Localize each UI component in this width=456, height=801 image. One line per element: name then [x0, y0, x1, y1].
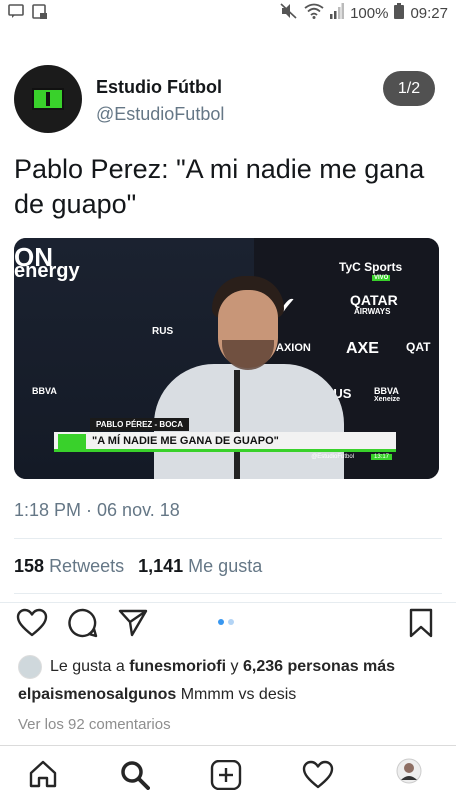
- ad-energy: energy: [14, 260, 80, 282]
- tweet-stats: 158 Retweets 1,141 Me gusta: [14, 556, 262, 577]
- tweet-handle: @EstudioFutbol: [96, 104, 225, 124]
- liker-avatar: [18, 655, 42, 679]
- add-post-icon[interactable]: [210, 759, 242, 795]
- activity-heart-icon[interactable]: [302, 760, 334, 795]
- bookmark-icon[interactable]: [408, 608, 434, 643]
- carousel-dots: [218, 619, 234, 625]
- home-icon[interactable]: [28, 760, 58, 793]
- mute-icon: [280, 3, 298, 23]
- divider: [14, 593, 442, 594]
- likes-prefix: Le gusta a: [50, 658, 125, 675]
- tweet-display-name: Estudio Fútbol: [96, 77, 222, 97]
- battery-percentage: 100%: [350, 4, 389, 22]
- post-caption: elpaismenosalgunos Mmmm vs desis: [18, 686, 296, 704]
- likes-others[interactable]: 6,236 personas más: [243, 658, 395, 675]
- clock: 09:27: [410, 4, 448, 22]
- send-icon[interactable]: [118, 608, 148, 643]
- likes-text: Le gusta a funesmoriofi y 6,236 personas…: [50, 658, 395, 676]
- search-icon[interactable]: [120, 760, 150, 795]
- lower-third-clock: 13:17: [370, 454, 392, 460]
- ad-qatar-2: QAT: [406, 340, 431, 354]
- estudio-futbol-avatar: [14, 65, 82, 133]
- view-comments-link[interactable]: Ver los 92 comentarios: [18, 716, 171, 733]
- broadcast-lower-third: PABLO PÉREZ - BOCA "A MÍ NADIE ME GANA D…: [54, 418, 396, 460]
- divider: [14, 538, 442, 539]
- bottom-nav: [0, 745, 456, 801]
- retweets-count: 158: [14, 556, 45, 576]
- ad-vivo: VIVO: [372, 275, 391, 281]
- retweets-label: Retweets: [49, 556, 125, 576]
- lower-third-headline: "A MÍ NADIE ME GANA DE GUAPO": [92, 435, 279, 447]
- ad-bbva: BBVA: [374, 386, 399, 396]
- tweet-text: Pablo Perez: "A mi nadie me gana de guap…: [14, 154, 425, 219]
- message-icon: [8, 4, 24, 24]
- likes-stat: 1,141 Me gusta: [138, 556, 262, 577]
- likes-summary[interactable]: Le gusta a funesmoriofi y 6,236 personas…: [18, 655, 395, 679]
- caption-username[interactable]: elpaismenosalgunos: [18, 686, 176, 703]
- signal-icon: [330, 3, 345, 23]
- lower-third-tag: PABLO PÉREZ - BOCA: [90, 418, 189, 431]
- status-bar: 100% 09:27: [0, 0, 456, 24]
- brand-logo-icon: [32, 88, 64, 110]
- tweet-timestamp: 1:18 PM · 06 nov. 18: [14, 500, 180, 520]
- likes-and: y: [230, 658, 239, 675]
- comment-icon[interactable]: [68, 608, 98, 643]
- likes-user[interactable]: funesmoriofi: [129, 658, 226, 675]
- likes-label: Me gusta: [188, 556, 263, 576]
- retweets-stat: 158 Retweets: [14, 556, 124, 577]
- carousel-dot: [228, 619, 234, 625]
- caption-text: Mmmm vs desis: [180, 686, 297, 703]
- ad-bbva-left: BBVA: [32, 386, 57, 396]
- heart-icon[interactable]: [16, 608, 48, 643]
- image-icon: [32, 4, 48, 24]
- ad-xeneize: Xeneize: [374, 396, 401, 403]
- carousel-page-badge: 1/2: [383, 71, 435, 106]
- lower-third-logo-icon: [58, 434, 86, 450]
- ad-airways: AIRWAYS: [354, 307, 391, 316]
- battery-icon: [394, 3, 405, 23]
- likes-count: 1,141: [138, 556, 184, 576]
- tweet-media: ON energy TyC Sports VIVO ✔ QATAR AIRWAY…: [14, 238, 439, 479]
- lower-third-handle: @EstudioFutbol: [311, 454, 354, 460]
- post-image[interactable]: Estudio Fútbol @EstudioFutbol 1/2 Pablo …: [0, 28, 456, 603]
- profile-avatar[interactable]: [396, 758, 422, 789]
- ad-qatar: QATAR: [350, 292, 398, 308]
- wifi-icon: [304, 3, 324, 23]
- carousel-dot-active: [218, 619, 224, 625]
